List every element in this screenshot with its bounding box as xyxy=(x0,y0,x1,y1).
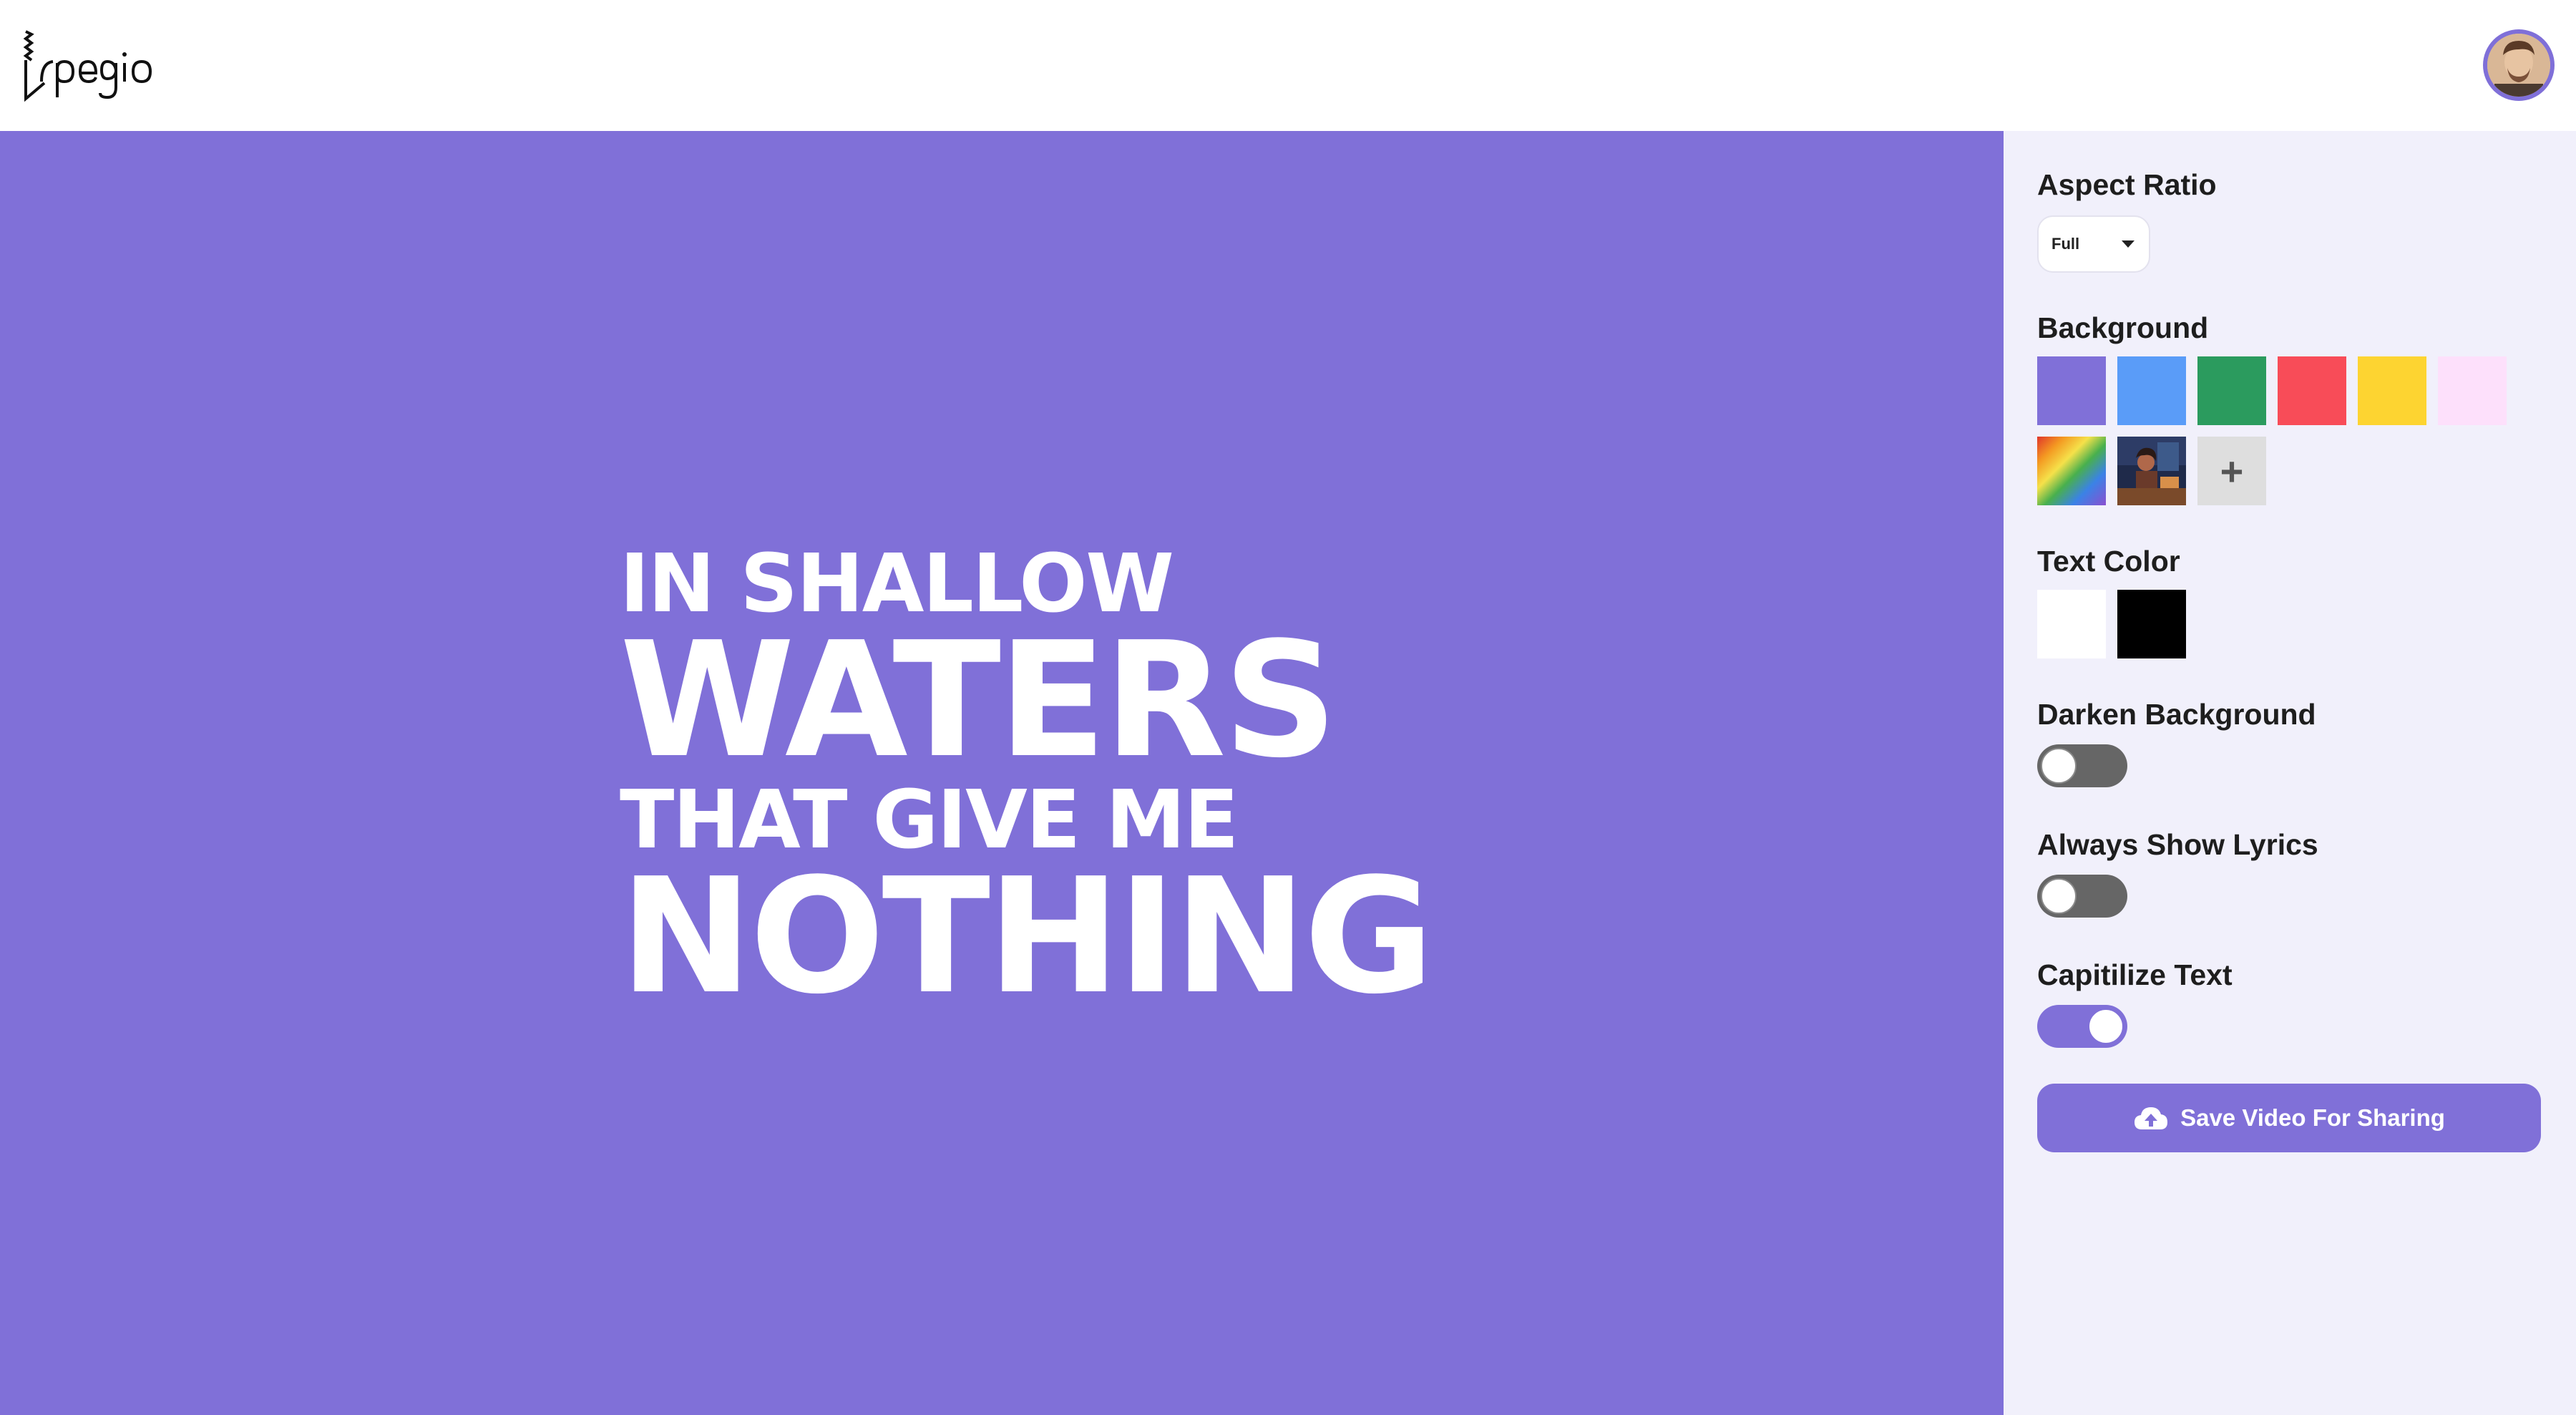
lyrics-block: IN SHALLOW WATERS THAT GIVE ME NOTHING xyxy=(620,539,1434,1029)
lyrics-stage: IN SHALLOW WATERS THAT GIVE ME NOTHING xyxy=(0,131,2004,1415)
cloud-upload-icon xyxy=(2135,1107,2168,1129)
background-swatch-green[interactable] xyxy=(2197,356,2266,425)
aspect-ratio-value: Full xyxy=(2051,235,2080,253)
settings-sidebar: Aspect Ratio Full Background + Text Colo… xyxy=(2004,131,2576,1415)
background-swatch-blue[interactable] xyxy=(2117,356,2186,425)
text-color-swatch-white[interactable] xyxy=(2037,590,2106,658)
text-color-title: Text Color xyxy=(2037,545,2180,578)
toggle-knob xyxy=(2041,748,2077,784)
background-swatch-yellow[interactable] xyxy=(2358,356,2426,425)
background-swatch-red[interactable] xyxy=(2278,356,2346,425)
logo-icon xyxy=(23,30,152,102)
top-header xyxy=(0,0,2576,131)
background-swatch-image[interactable] xyxy=(2117,437,2186,505)
chevron-down-icon xyxy=(2122,240,2135,248)
text-color-swatch-black[interactable] xyxy=(2117,590,2186,658)
capitalize-text-toggle[interactable] xyxy=(2037,1005,2127,1048)
background-swatch-pink[interactable] xyxy=(2438,356,2507,425)
lyric-line: NOTHING xyxy=(620,845,1434,1029)
background-swatch-purple[interactable] xyxy=(2037,356,2106,425)
lyric-line: WATERS xyxy=(620,608,1337,793)
plus-icon: + xyxy=(2220,448,2244,494)
always-show-lyrics-title: Always Show Lyrics xyxy=(2037,828,2318,861)
always-show-lyrics-toggle[interactable] xyxy=(2037,875,2127,918)
darken-background-title: Darken Background xyxy=(2037,698,2316,731)
background-title: Background xyxy=(2037,311,2209,344)
user-avatar[interactable] xyxy=(2483,29,2555,101)
toggle-knob xyxy=(2041,878,2077,914)
background-swatch-rainbow[interactable] xyxy=(2037,437,2106,505)
save-video-button[interactable]: Save Video For Sharing xyxy=(2037,1084,2541,1152)
avatar-photo xyxy=(2487,34,2550,97)
capitalize-text-title: Capitilize Text xyxy=(2037,958,2233,991)
app-logo[interactable] xyxy=(20,26,163,104)
aspect-ratio-title: Aspect Ratio xyxy=(2037,168,2217,201)
background-image-thumbnail xyxy=(2117,437,2186,505)
save-video-label: Save Video For Sharing xyxy=(2180,1104,2445,1131)
add-background-button[interactable]: + xyxy=(2197,437,2266,505)
darken-background-toggle[interactable] xyxy=(2037,744,2127,787)
aspect-ratio-select[interactable]: Full xyxy=(2037,215,2150,273)
toggle-knob xyxy=(2088,1008,2124,1044)
